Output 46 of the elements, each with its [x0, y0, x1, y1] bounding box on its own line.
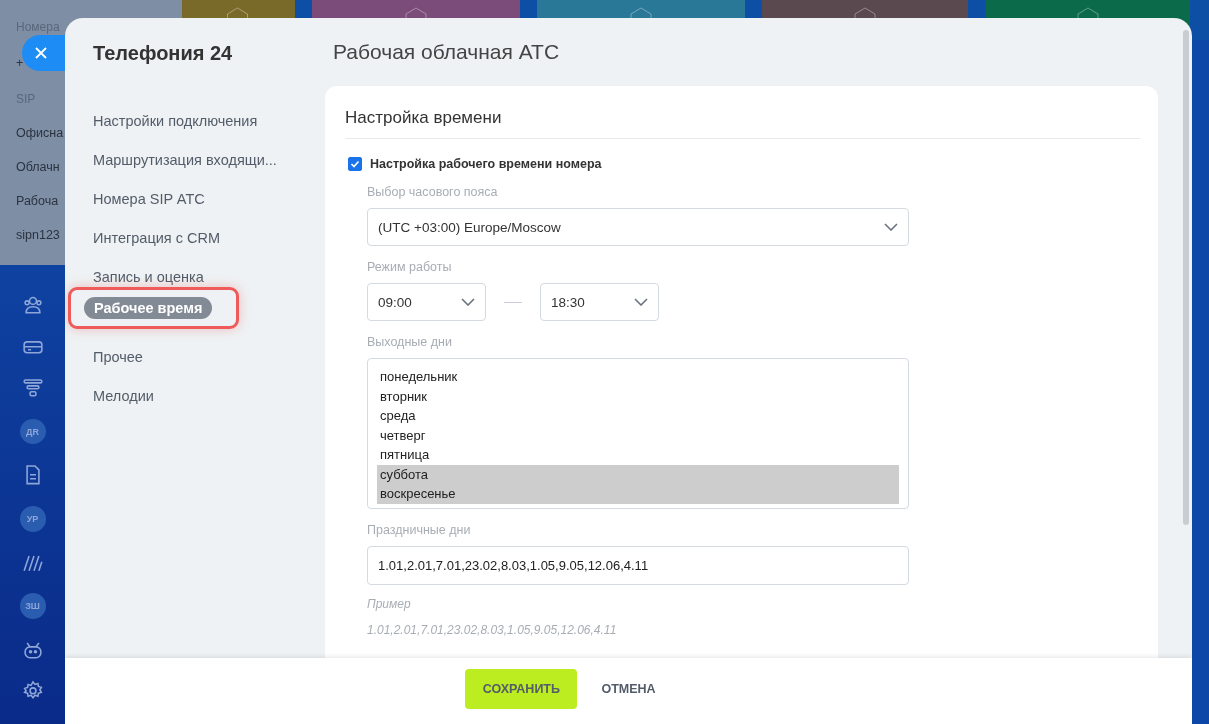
- panel-item[interactable]: Рабоча: [16, 194, 59, 208]
- time-select[interactable]: 09:00: [367, 283, 486, 321]
- field-label: Режим работы: [367, 260, 453, 274]
- list-option[interactable]: суббота: [377, 464, 899, 484]
- list-option[interactable]: понедельник: [377, 367, 899, 387]
- panel-item[interactable]: Облачн: [16, 160, 60, 174]
- nav-item[interactable]: Настройки подключения: [93, 101, 258, 140]
- people-icon[interactable]: [21, 294, 44, 316]
- cancel-button[interactable]: ОТМЕНА: [595, 681, 662, 697]
- app-title: Телефония 24: [93, 42, 234, 65]
- timezone-select[interactable]: (UTC +03:00) Europe/Moscow: [367, 208, 909, 246]
- list-option[interactable]: вторник: [377, 386, 899, 406]
- time-select[interactable]: 18:30: [540, 283, 659, 321]
- chevron-down-icon: [461, 298, 475, 306]
- field-label: Выбор часового пояса: [367, 185, 499, 199]
- phone-number: +: [16, 56, 25, 70]
- chevron-down-icon: [884, 223, 898, 231]
- section-title: Настройка времени: [345, 108, 1140, 139]
- chevron-down-icon: [634, 298, 648, 306]
- close-icon: [35, 47, 47, 59]
- panel-item[interactable]: Офисна: [16, 126, 64, 140]
- nav-item[interactable]: Номера SIP АТС: [93, 179, 205, 218]
- list-option[interactable]: четверг: [377, 425, 899, 445]
- hint-text: 1.01,2.01,7.01,23.02,8.03,1.05,9.05,12.06,4.11: [367, 623, 618, 637]
- page-title: Рабочая облачная АТС: [333, 40, 561, 64]
- nav-item[interactable]: Маршрутизация входящи...: [93, 140, 277, 179]
- checkbox[interactable]: [348, 157, 362, 171]
- list-option[interactable]: среда: [377, 406, 899, 426]
- nav-item[interactable]: Мелодии: [93, 376, 154, 415]
- days-listbox[interactable]: понедельник вторник среда четверг пятница суббота воскресенье: [367, 358, 909, 509]
- field-label: Праздничные дни: [367, 523, 472, 537]
- checkbox-label: Настройка рабочего времени номера: [370, 157, 602, 171]
- list-option[interactable]: воскресенье: [377, 484, 899, 504]
- scrollbar[interactable]: [1183, 30, 1189, 525]
- holidays-input[interactable]: 1.01,2.01,7.01,23.02,8.03,1.05,9.05,12.06,4.11: [367, 546, 909, 585]
- nav-item[interactable]: Интеграция с CRM: [93, 218, 220, 257]
- list-option[interactable]: пятница: [377, 445, 899, 465]
- nav-item[interactable]: Рабочее время: [84, 297, 213, 319]
- field-label: Выходные дни: [367, 335, 453, 349]
- hint-title: Пример: [367, 597, 412, 611]
- nav-item[interactable]: Запись и оценка: [93, 257, 204, 296]
- check-icon: [350, 159, 360, 169]
- panel-item[interactable]: sipn123: [16, 228, 60, 242]
- nav-item[interactable]: Прочее: [93, 337, 143, 376]
- filter-icon[interactable]: [21, 377, 44, 399]
- save-button[interactable]: СОХРАНИТЬ: [465, 669, 578, 709]
